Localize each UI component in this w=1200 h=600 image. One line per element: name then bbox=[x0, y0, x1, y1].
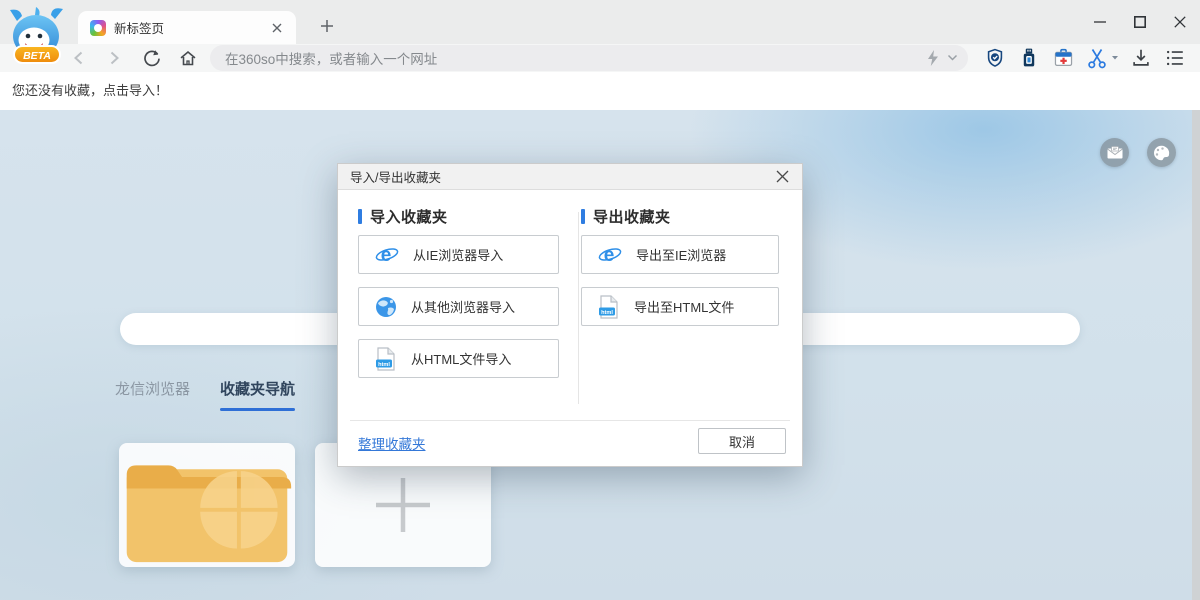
export-to-html-button[interactable]: html 导出至HTML文件 bbox=[581, 287, 779, 326]
dialog-column-divider bbox=[578, 212, 579, 404]
plus-icon bbox=[374, 476, 432, 534]
page-tab-browser[interactable]: 龙信浏览器 bbox=[115, 378, 190, 411]
bookmark-folder-card[interactable] bbox=[119, 443, 295, 567]
svg-text:html: html bbox=[378, 361, 390, 367]
maximize-button[interactable] bbox=[1120, 0, 1160, 44]
page-tabs: 龙信浏览器 收藏夹导航 bbox=[115, 378, 295, 411]
toolbar-extensions bbox=[978, 45, 1192, 71]
export-heading: 导出收藏夹 bbox=[581, 208, 779, 224]
page-tab-bookmarks-nav[interactable]: 收藏夹导航 bbox=[220, 378, 295, 411]
tab-close-icon[interactable] bbox=[268, 19, 286, 37]
export-to-ie-button[interactable]: e 导出至IE浏览器 bbox=[581, 235, 779, 274]
reload-button[interactable] bbox=[139, 45, 165, 71]
toolbar: 在360so中搜索，或者输入一个网址 bbox=[0, 44, 1200, 72]
back-button[interactable] bbox=[66, 45, 92, 71]
tab-favicon bbox=[90, 20, 106, 36]
beta-badge: BETA bbox=[14, 46, 60, 63]
folder-icon bbox=[122, 446, 292, 564]
svg-text:e: e bbox=[604, 245, 615, 266]
active-tab-underline bbox=[220, 408, 295, 411]
import-section: 导入收藏夹 e 从IE浏览器导入 bbox=[358, 208, 559, 391]
ie-icon: e bbox=[598, 244, 622, 266]
ie-icon: e bbox=[375, 244, 399, 266]
close-window-button[interactable] bbox=[1160, 0, 1200, 44]
heading-accent-bar bbox=[581, 209, 585, 224]
heading-accent-bar bbox=[358, 209, 362, 224]
svg-text:e: e bbox=[381, 245, 392, 266]
import-from-ie-button[interactable]: e 从IE浏览器导入 bbox=[358, 235, 559, 274]
globe-icon bbox=[375, 296, 397, 318]
chevron-down-icon[interactable] bbox=[947, 54, 958, 62]
mail-icon[interactable] bbox=[1100, 138, 1129, 167]
dialog-close-icon[interactable] bbox=[772, 167, 792, 187]
download-icon[interactable] bbox=[1124, 45, 1158, 71]
home-button[interactable] bbox=[175, 45, 201, 71]
import-from-html-button[interactable]: html 从HTML文件导入 bbox=[358, 339, 559, 378]
html-file-icon: html bbox=[375, 348, 397, 370]
svg-text:BETA: BETA bbox=[23, 50, 51, 62]
menu-list-icon[interactable] bbox=[1158, 45, 1192, 71]
import-export-dialog: 导入/导出收藏夹 导入收藏夹 e 从IE浏览器导入 bbox=[337, 163, 803, 467]
scissors-dropdown-caret bbox=[1111, 55, 1119, 61]
shield-check-icon[interactable] bbox=[978, 45, 1012, 71]
minimize-button[interactable] bbox=[1080, 0, 1120, 44]
forward-button[interactable] bbox=[101, 45, 127, 71]
browser-window: 新标签页 bbox=[0, 0, 1200, 600]
svg-text:html: html bbox=[601, 309, 613, 315]
dialog-titlebar: 导入/导出收藏夹 bbox=[338, 164, 802, 190]
bookmarks-bar[interactable]: 您还没有收藏，点击导入！ bbox=[0, 72, 1200, 110]
medkit-icon[interactable] bbox=[1046, 45, 1080, 71]
dialog-footer-divider bbox=[350, 420, 790, 421]
scissors-icon[interactable] bbox=[1080, 45, 1124, 71]
dialog-title: 导入/导出收藏夹 bbox=[350, 167, 772, 186]
tab-title: 新标签页 bbox=[114, 18, 268, 37]
address-bar[interactable]: 在360so中搜索，或者输入一个网址 bbox=[210, 45, 968, 71]
new-tab-button[interactable] bbox=[314, 13, 340, 39]
address-placeholder: 在360so中搜索，或者输入一个网址 bbox=[225, 48, 925, 68]
html-file-icon: html bbox=[598, 296, 620, 318]
page-scrollbar[interactable] bbox=[1192, 110, 1200, 600]
import-heading: 导入收藏夹 bbox=[358, 208, 559, 224]
titlebar: 新标签页 bbox=[0, 0, 1200, 44]
bookmarks-empty-message[interactable]: 您还没有收藏，点击导入！ bbox=[12, 72, 168, 110]
browser-mascot-logo[interactable]: BETA bbox=[5, 3, 69, 69]
organize-bookmarks-link[interactable]: 整理收藏夹 bbox=[358, 433, 426, 453]
tab-new-page[interactable]: 新标签页 bbox=[78, 11, 296, 44]
window-controls bbox=[1080, 0, 1200, 44]
export-section: 导出收藏夹 e 导出至IE浏览器 html bbox=[581, 208, 779, 339]
usb-drive-icon[interactable] bbox=[1012, 45, 1046, 71]
lightning-icon[interactable] bbox=[925, 49, 941, 67]
cancel-button[interactable]: 取消 bbox=[698, 428, 786, 454]
import-from-other-browser-button[interactable]: 从其他浏览器导入 bbox=[358, 287, 559, 326]
palette-icon[interactable] bbox=[1147, 138, 1176, 167]
